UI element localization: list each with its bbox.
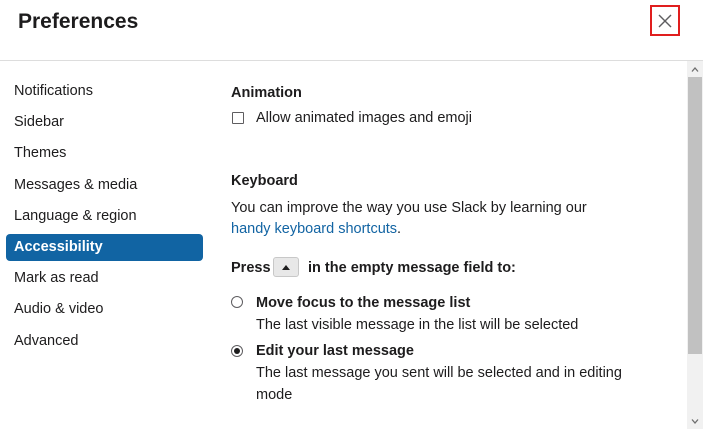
sidebar-item-accessibility[interactable]: Accessibility xyxy=(6,234,203,261)
preferences-content: Animation Allow animated images and emoj… xyxy=(231,61,681,429)
sidebar-item-audio-video[interactable]: Audio & video xyxy=(6,296,203,323)
dialog-header: Preferences xyxy=(0,0,703,61)
option-edit-last-description-line1: The last message you sent will be select… xyxy=(256,365,622,381)
content-scrollbar[interactable] xyxy=(687,61,703,429)
scroll-down-arrow-icon[interactable] xyxy=(687,414,703,428)
preferences-dialog: Preferences Notifications Sidebar Themes… xyxy=(0,0,703,429)
link-suffix: . xyxy=(397,221,402,237)
sidebar-item-mark-as-read[interactable]: Mark as read xyxy=(6,265,203,292)
keyboard-description: You can improve the way you use Slack by… xyxy=(231,200,587,216)
option-edit-last-description-line2: mode xyxy=(256,387,293,403)
close-icon xyxy=(658,14,672,28)
sidebar-item-notifications[interactable]: Notifications xyxy=(6,78,203,105)
scroll-up-arrow-icon[interactable] xyxy=(687,62,703,76)
up-arrow-key-icon xyxy=(273,257,299,277)
scroll-thumb[interactable] xyxy=(688,77,702,354)
sidebar-item-messages-media[interactable]: Messages & media xyxy=(6,172,203,199)
press-label: Press xyxy=(231,260,271,276)
keyboard-shortcuts-link[interactable]: handy keyboard shortcuts xyxy=(231,221,397,237)
radio-move-focus[interactable] xyxy=(231,296,243,308)
option-move-focus-description: The last visible message in the list wil… xyxy=(256,317,579,333)
dialog-title: Preferences xyxy=(18,10,139,33)
animated-images-checkbox[interactable] xyxy=(232,112,244,124)
animated-images-label[interactable]: Allow animated images and emoji xyxy=(256,109,472,127)
press-suffix: in the empty message field to: xyxy=(308,260,516,276)
radio-edit-last-message[interactable] xyxy=(231,345,243,357)
keyboard-link-line: handy keyboard shortcuts. xyxy=(231,220,401,238)
sidebar-item-language-region[interactable]: Language & region xyxy=(6,203,203,230)
option-move-focus-label[interactable]: Move focus to the message list xyxy=(256,294,470,312)
keyboard-section-title: Keyboard xyxy=(231,173,298,189)
option-edit-last-label[interactable]: Edit your last message xyxy=(256,342,414,360)
animation-section-title: Animation xyxy=(231,85,302,101)
sidebar-item-themes[interactable]: Themes xyxy=(6,140,203,167)
close-button[interactable] xyxy=(650,5,680,36)
sidebar-item-sidebar[interactable]: Sidebar xyxy=(6,109,203,136)
sidebar-item-advanced[interactable]: Advanced xyxy=(6,328,203,355)
